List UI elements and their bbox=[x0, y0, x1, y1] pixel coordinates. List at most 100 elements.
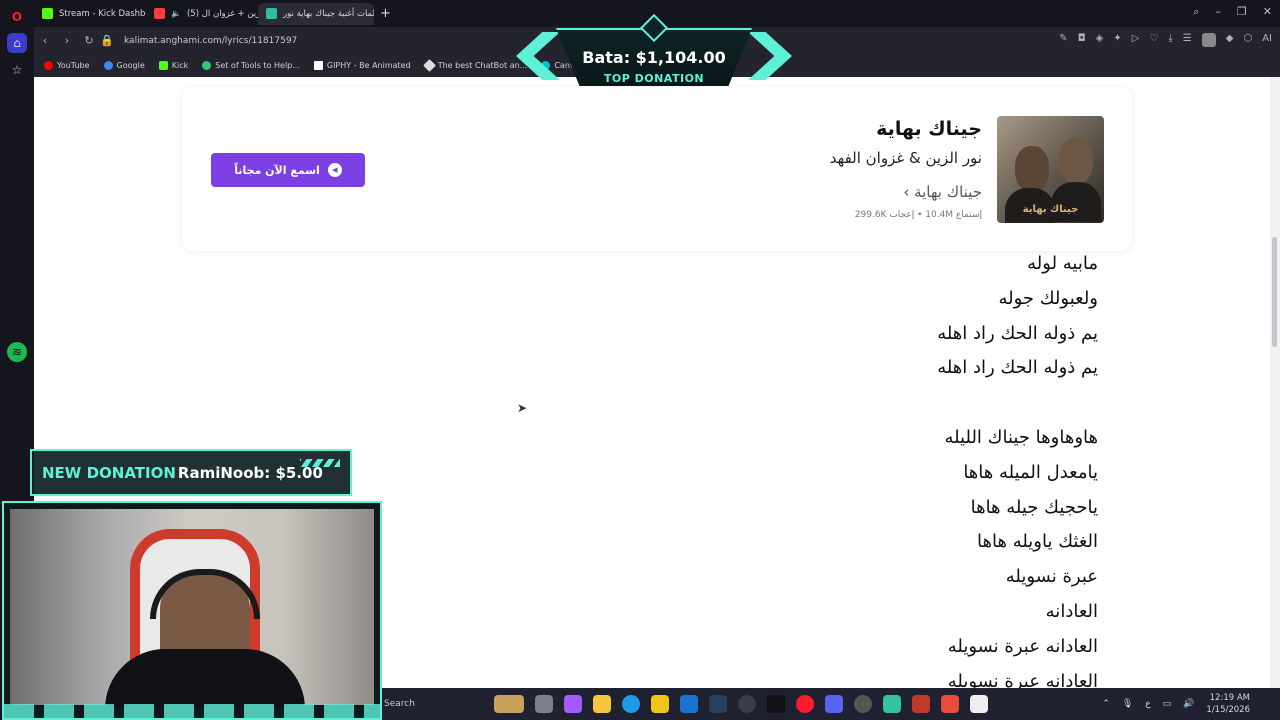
tf-icon[interactable] bbox=[941, 695, 959, 713]
webcam-background bbox=[10, 509, 374, 709]
taskbar-search[interactable]: Search bbox=[384, 699, 454, 709]
store-icon[interactable] bbox=[651, 695, 669, 713]
home-icon[interactable]: ⌂ bbox=[7, 33, 27, 53]
volume-icon[interactable]: 🔊 bbox=[1183, 699, 1194, 709]
discord-icon[interactable] bbox=[825, 695, 843, 713]
lyric-line: الغثك ياويله هاها bbox=[977, 531, 1098, 553]
shield-icon[interactable]: ◈ bbox=[1096, 33, 1104, 47]
search-tabs-icon[interactable]: ⌕ bbox=[1193, 5, 1199, 19]
bookmark-google[interactable]: Google bbox=[103, 61, 145, 70]
scrollbar-thumb[interactable] bbox=[1272, 237, 1277, 347]
lyrics-block: مابيه لوله ولعبولك جوله يم ذوله الحك راد… bbox=[937, 247, 1098, 688]
bookmarks-star-icon[interactable]: ☆ bbox=[7, 60, 27, 80]
bookmark-youtube[interactable]: YouTube bbox=[44, 61, 90, 70]
tools-icon bbox=[202, 61, 212, 70]
overlay-wing-decoration bbox=[516, 32, 560, 80]
ai-button[interactable]: AI bbox=[1262, 33, 1272, 47]
media-icon[interactable] bbox=[912, 695, 930, 713]
edit-icon[interactable]: ✎ bbox=[1059, 33, 1067, 47]
notes-icon[interactable] bbox=[970, 695, 988, 713]
download-icon[interactable]: ⤓ bbox=[1168, 33, 1172, 47]
tab-kick-dashboard[interactable]: Stream - Kick Dashboard bbox=[34, 3, 146, 25]
maximize-icon[interactable]: ❐ bbox=[1237, 5, 1247, 19]
new-tab-button[interactable]: + bbox=[380, 6, 391, 21]
tray-expand-icon[interactable]: ⌃ bbox=[1102, 699, 1110, 709]
taskbar-apps bbox=[494, 695, 988, 713]
task-view-icon[interactable] bbox=[535, 695, 553, 713]
language-indicator[interactable]: ع bbox=[1145, 699, 1150, 709]
listen-now-label: اسمع الآن مجاناً bbox=[234, 163, 320, 177]
streamer-shirt bbox=[105, 649, 305, 709]
menu-icon[interactable]: ☰ bbox=[1183, 33, 1192, 47]
tab-label: كلمات أغنية جيناك بهاية نور bbox=[283, 8, 374, 19]
extension-icon[interactable]: ✦ bbox=[1113, 33, 1121, 47]
song-card: جيناك بهاية جيناك بهاية نور الزين & غزوا… bbox=[182, 87, 1132, 251]
copilot-icon[interactable] bbox=[564, 695, 582, 713]
bookmark-tools[interactable]: Set of Tools to Help... bbox=[202, 61, 300, 70]
spotify-icon[interactable]: ≋ bbox=[7, 342, 27, 362]
webcam-feed bbox=[2, 501, 382, 720]
tab-anghami-lyrics[interactable]: كلمات أغنية جيناك بهاية نور bbox=[258, 2, 374, 25]
steam-icon[interactable] bbox=[709, 695, 727, 713]
camera-icon[interactable]: ◘ bbox=[1078, 33, 1086, 47]
outlook-icon[interactable] bbox=[680, 695, 698, 713]
song-stats: إستماع 10.4M • إعجاب 299.6K bbox=[854, 210, 982, 220]
page-scrollbar[interactable] bbox=[1270, 77, 1280, 688]
play-icon[interactable]: ▷ bbox=[1132, 33, 1140, 47]
opera-logo-icon[interactable]: O bbox=[7, 7, 27, 27]
bookmark-label: Google bbox=[116, 61, 145, 70]
tab-label: (5) نور الزين + غزوان ال bbox=[186, 8, 258, 19]
obs-icon[interactable] bbox=[854, 695, 872, 713]
tiktok-icon[interactable] bbox=[767, 695, 785, 713]
webcam-frame-decoration bbox=[4, 704, 380, 718]
reload-icon[interactable]: ↻ bbox=[78, 34, 100, 47]
microphone-icon[interactable]: 🎙 bbox=[1122, 699, 1133, 709]
bookmark-giphy[interactable]: GIPHY - Be Animated bbox=[313, 61, 411, 70]
network-icon[interactable]: ▭ bbox=[1163, 699, 1172, 709]
kick-icon bbox=[158, 61, 168, 70]
cover-artist-body bbox=[1051, 182, 1101, 222]
lyric-line: هاوهاوها جيناك الليله bbox=[944, 426, 1098, 448]
file-explorer-icon[interactable] bbox=[593, 695, 611, 713]
lyric-line: يم ذوله الحك راد اهله bbox=[937, 322, 1098, 344]
mute-icon[interactable]: 🔈 bbox=[171, 9, 181, 18]
youtube-icon bbox=[44, 61, 53, 70]
play-icon: ◀ bbox=[327, 163, 342, 177]
lyric-line: مابيه لوله bbox=[1027, 253, 1098, 274]
bookmark-kick[interactable]: Kick bbox=[158, 61, 188, 70]
bookmark-chatbot[interactable]: The best ChatBot an... bbox=[422, 59, 527, 72]
lyric-line: العادانه عبرة نسويله bbox=[947, 670, 1098, 688]
lyric-line: العادانه عبرة نسويله bbox=[947, 635, 1098, 657]
edge-icon[interactable] bbox=[622, 695, 640, 713]
album-link[interactable]: جيناك بهاية › bbox=[903, 183, 982, 201]
lyric-line: عبرة نسويله bbox=[1005, 566, 1098, 588]
4k-icon[interactable] bbox=[738, 695, 756, 713]
clock-date: 1/15/2026 bbox=[1206, 705, 1250, 715]
forward-icon[interactable]: › bbox=[56, 34, 78, 47]
opera-icon[interactable] bbox=[796, 695, 814, 713]
lyric-line: ولعبولك جوله bbox=[998, 287, 1098, 309]
profile-avatar[interactable] bbox=[1201, 33, 1216, 47]
tab-youtube-song[interactable]: 🔈 (5) نور الزين + غزوان ال bbox=[146, 3, 258, 25]
album-cover[interactable]: جيناك بهاية bbox=[997, 116, 1104, 223]
lyric-line: ياحجيك جيله هاها bbox=[970, 496, 1098, 518]
google-icon bbox=[103, 61, 113, 70]
listen-now-button[interactable]: ◀ اسمع الآن مجاناً bbox=[211, 153, 365, 187]
chatbot-icon bbox=[422, 59, 436, 72]
url-field[interactable]: kalimat.anghami.com/lyrics/11817597 bbox=[124, 36, 297, 46]
minimize-icon[interactable]: – bbox=[1215, 5, 1221, 19]
heart-icon[interactable]: ♡ bbox=[1149, 33, 1158, 47]
cover-title: جيناك بهاية bbox=[1022, 204, 1079, 215]
widgets-icon[interactable] bbox=[494, 695, 524, 713]
diamond-icon[interactable]: ◆ bbox=[1226, 33, 1234, 47]
close-icon[interactable]: ✕ bbox=[1263, 5, 1272, 19]
windows-taskbar: Search ⌃ 🎙 ع ▭ 🔊 12:19 AM 1/15/2026 bbox=[382, 688, 1280, 720]
cover-artist-face bbox=[1059, 138, 1093, 184]
cube-icon[interactable]: ⬡ bbox=[1243, 33, 1252, 47]
song-artists[interactable]: نور الزين & غزوان الفهد bbox=[830, 149, 982, 167]
back-icon[interactable]: ‹ bbox=[34, 34, 56, 47]
clock[interactable]: 12:19 AM 1/15/2026 bbox=[1206, 692, 1250, 716]
streamlabs-icon[interactable] bbox=[883, 695, 901, 713]
overlay-wing-decoration bbox=[748, 32, 792, 80]
mouse-cursor-icon: ➤ bbox=[517, 401, 528, 415]
